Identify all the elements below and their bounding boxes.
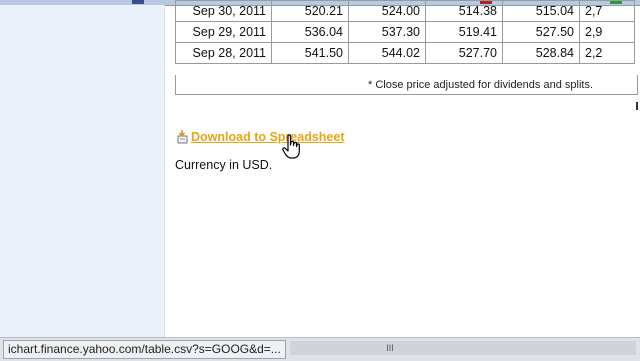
- scroll-marker: [636, 102, 638, 110]
- low-cell: 519.41: [425, 21, 503, 43]
- table-row: Sep 30, 2011 520.21 524.00 514.38 515.04…: [175, 0, 635, 22]
- status-url-text: ichart.finance.yahoo.com/table.csv?s=GOO…: [3, 340, 286, 359]
- status-bar: ichart.finance.yahoo.com/table.csv?s=GOO…: [0, 337, 640, 361]
- table-row: Sep 28, 2011 541.50 544.02 527.70 528.84…: [175, 42, 635, 64]
- table-footnote: * Close price adjusted for dividends and…: [175, 75, 638, 95]
- download-spreadsheet-link[interactable]: Download to Spreadsheet: [177, 130, 345, 144]
- open-cell: 541.50: [271, 42, 349, 64]
- tab-icon[interactable]: [132, 0, 144, 4]
- date-cell: Sep 29, 2011: [175, 21, 272, 43]
- download-link-text[interactable]: Download to Spreadsheet: [191, 130, 345, 144]
- close-cell: 515.04: [502, 0, 580, 22]
- historical-prices-table: Sep 30, 2011 520.21 524.00 514.38 515.04…: [175, 0, 640, 64]
- high-cell: 524.00: [348, 0, 426, 22]
- date-cell: Sep 28, 2011: [175, 42, 272, 64]
- horizontal-scrollbar[interactable]: III: [290, 341, 636, 355]
- volume-cell: 2,2: [579, 42, 635, 64]
- close-cell: 527.50: [502, 21, 580, 43]
- left-sidebar-panel: [0, 5, 165, 337]
- low-cell: 527.70: [425, 42, 503, 64]
- table-row: Sep 29, 2011 536.04 537.30 519.41 527.50…: [175, 21, 635, 43]
- open-cell: 536.04: [271, 21, 349, 43]
- download-icon: [177, 130, 189, 144]
- scrollbar-grip[interactable]: III: [360, 342, 420, 354]
- date-cell: Sep 30, 2011: [175, 0, 272, 22]
- high-cell: 544.02: [348, 42, 426, 64]
- currency-note: Currency in USD.: [175, 158, 273, 172]
- close-cell: 528.84: [502, 42, 580, 64]
- volume-cell: 2,7: [579, 0, 635, 22]
- hand-cursor-icon: [282, 134, 302, 160]
- low-cell: 514.38: [425, 0, 503, 22]
- volume-cell: 2,9: [579, 21, 635, 43]
- high-cell: 537.30: [348, 21, 426, 43]
- open-cell: 520.21: [271, 0, 349, 22]
